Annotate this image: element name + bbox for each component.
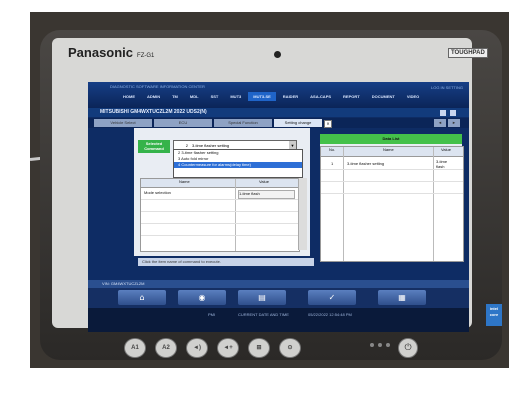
nav-asa-caps[interactable]: ASA-CAPS [305,92,336,101]
main-nav: HOME ADMIN TM MDL SST MUT3 MUT3-SE RAIDE… [118,92,424,101]
app-name: DIAGNOSTIC SOFTWARE INFORMATION CENTER [110,84,205,89]
row-divider [141,235,299,236]
command-selected-text: 3-time flasher setting [192,143,230,148]
tab-ecu[interactable]: ECU [154,119,212,127]
table-icon[interactable]: ▦ [378,290,426,305]
tab-special-function[interactable]: Special Function [214,119,272,127]
toughpad-badge: TOUGHPAD [448,48,488,58]
setting-grid-scrollbar[interactable] [298,178,307,250]
setting-grid: Name Value Mode selection 1-time flash [140,178,300,252]
tab-vehicle-select[interactable]: Vehicle Select [94,119,152,127]
row-divider [141,211,299,212]
row-divider [141,223,299,224]
nav-mut3-se[interactable]: MUT3-SE [248,92,276,101]
rotate-button[interactable]: ⊙ [279,338,301,358]
windows-button[interactable]: ⊞ [248,338,270,358]
data-list-grid: No. Name Value 1 3-time flasher setting … [320,146,464,262]
led-indicator [386,343,390,347]
intel-badge-icon: intel core [486,304,502,326]
command-option-highlighted[interactable]: 4 Countermeasure for alarms(delay time) [174,162,302,168]
volume-up-button[interactable]: ◄+ [217,338,239,358]
column-header-value: Value [441,147,451,152]
column-header-no: No. [329,147,336,152]
setting-value-select[interactable]: 1-time flash [238,190,295,199]
nav-mdl[interactable]: MDL [185,92,204,101]
datetime-value: 05/22/2022 12:54:48 PM [308,312,352,317]
tab-setting-change[interactable]: Setting change [274,119,322,127]
datetime-label: CURRENT DATE AND TIME [238,312,289,317]
data-list-title: Data List [320,134,462,144]
hardware-buttons: A1 A2 ◄) ◄+ ⊞ ⊙ [124,338,301,358]
power-icon[interactable]: ⏻ [398,338,418,358]
photo-background: Panasonic FZ-G1 TOUGHPAD DIAGNOSTIC SOFTW… [30,12,509,368]
check-icon[interactable]: ✓ [308,290,356,305]
close-icon[interactable] [450,110,456,116]
nav-sst[interactable]: SST [206,92,224,101]
data-row-no: 1 [331,161,334,166]
window-buttons[interactable]: LOG IN SETTING [431,85,463,90]
data-row-value: 3-time flash [436,159,448,169]
column-divider [433,147,434,261]
nav-home[interactable]: HOME [118,92,140,101]
column-header-name: Name [179,179,190,184]
selected-command-label: Selected Command [138,140,170,153]
column-divider [235,179,236,251]
camera-icon [274,51,281,58]
nav-tm[interactable]: TM [167,92,183,101]
tab-next-icon[interactable]: ► [448,119,460,127]
volume-down-button[interactable]: ◄) [186,338,208,358]
status-bar: VIN: GM4WXTUCZL2M [88,280,469,288]
row-divider [321,169,463,170]
row-divider [141,199,299,200]
nav-raider[interactable]: RAIDER [278,92,303,101]
tab-close-icon[interactable]: × [324,120,332,128]
nav-report[interactable]: REPORT [338,92,365,101]
home-icon[interactable]: ⌂ [118,290,166,305]
tab-prev-icon[interactable]: ◄ [434,119,446,127]
column-header-name: Name [383,147,394,152]
hint-text: Click the item name of command to execut… [138,258,314,266]
setting-grid-header: Name Value [141,179,299,188]
a2-button[interactable]: A2 [155,338,177,358]
vehicle-icon[interactable]: ◉ [178,290,226,305]
column-header-value: Value [259,179,269,184]
nav-document[interactable]: DOCUMENT [367,92,400,101]
nav-video[interactable]: VIDEO [402,92,424,101]
nav-admin[interactable]: ADMIN [142,92,165,101]
taskbar-label: PMI [208,312,216,317]
row-divider [321,193,463,194]
setting-name[interactable]: Mode selection [144,190,171,195]
column-divider [343,147,344,261]
row-divider [321,181,463,182]
led-indicator [378,343,382,347]
brand-logo: Panasonic FZ-G1 [68,45,155,60]
minimize-icon[interactable] [440,110,446,116]
led-indicator [370,343,374,347]
nav-mut3[interactable]: MUT3 [225,92,246,101]
command-options: 2 3-time flasher setting 3 Auto fold mir… [173,149,303,178]
screen: DIAGNOSTIC SOFTWARE INFORMATION CENTER L… [88,82,469,332]
vehicle-info: MITSUBISHI GM4WXTUCZL2M 2022 UDS2(N) [100,109,207,115]
print-icon[interactable]: ▤ [238,290,286,305]
a1-button[interactable]: A1 [124,338,146,358]
data-row-name: 3-time flasher setting [347,161,385,166]
